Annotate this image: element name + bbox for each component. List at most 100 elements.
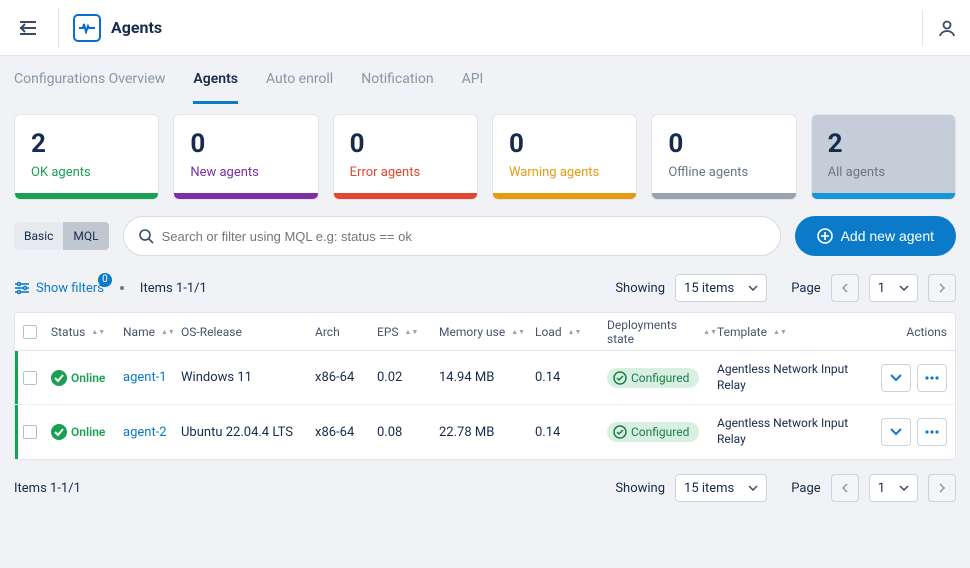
status-indicator: Online: [51, 370, 105, 386]
stat-label: Warning agents: [509, 165, 620, 180]
stat-count: 0: [350, 129, 461, 159]
row-more-button[interactable]: [917, 364, 947, 392]
footer-items-text: Items 1-1/1: [14, 481, 81, 496]
col-status[interactable]: Status▲▼: [51, 325, 123, 339]
filter-icon: [14, 281, 30, 295]
chevron-right-icon: [938, 483, 946, 493]
row-more-button[interactable]: [917, 418, 947, 446]
page-number-select[interactable]: 1: [869, 274, 918, 302]
tab-notification[interactable]: Notification: [361, 56, 433, 104]
os-release-text: Windows 11: [181, 370, 315, 385]
agents-table: Status▲▼ Name▲▼ OS-Release Arch EPS▲▼ Me…: [14, 312, 956, 460]
select-all-checkbox[interactable]: [23, 325, 37, 339]
stat-card-offline-agents[interactable]: 0 Offline agents: [651, 114, 796, 200]
deployment-state-pill: Configured: [607, 422, 699, 442]
stat-count: 0: [668, 129, 779, 159]
page-number-value: 1: [878, 281, 885, 296]
showing-label: Showing: [615, 281, 665, 296]
chevron-left-icon: [841, 483, 849, 493]
row-checkbox[interactable]: [23, 371, 37, 385]
add-new-agent-label: Add new agent: [841, 228, 934, 244]
col-template[interactable]: Template▲▼: [717, 325, 861, 339]
arch-text: x86-64: [315, 370, 377, 385]
top-bar: Agents: [0, 0, 970, 56]
col-load[interactable]: Load▲▼: [535, 325, 607, 339]
page-label: Page: [791, 281, 820, 296]
user-menu-button[interactable]: [922, 10, 958, 46]
stat-cards: 2OK agents0New agents0Error agents0Warni…: [0, 104, 970, 216]
footer-page-number-select[interactable]: 1: [869, 474, 918, 502]
stat-bar: [15, 193, 158, 199]
template-text: Agentless Network Input Relay: [717, 362, 861, 393]
table-row: Onlineagent-2Ubuntu 22.04.4 LTSx86-640.0…: [15, 405, 955, 459]
user-icon: [937, 18, 957, 38]
chevron-down-icon: [748, 485, 758, 491]
row-checkbox[interactable]: [23, 425, 37, 439]
stat-bar: [812, 193, 955, 199]
tab-bar: Configurations Overview Agents Auto enroll…: [0, 56, 970, 104]
template-text: Agentless Network Input Relay: [717, 416, 861, 447]
stat-card-all-agents[interactable]: 2All agents: [811, 114, 956, 200]
page-size-select[interactable]: 15 items: [675, 274, 767, 302]
heartbeat-icon: [79, 22, 95, 34]
load-text: 0.14: [535, 425, 607, 440]
menu-icon: [18, 20, 38, 36]
footer-page-prev-button[interactable]: [831, 474, 859, 502]
chevron-down-icon: [899, 485, 909, 491]
stat-card-warning-agents[interactable]: 0Warning agents: [492, 114, 637, 200]
eps-text: 0.02: [377, 370, 439, 385]
search-mode-basic[interactable]: Basic: [14, 222, 63, 250]
chevron-left-icon: [841, 283, 849, 293]
col-os[interactable]: OS-Release: [181, 325, 315, 339]
page-title: Agents: [111, 18, 162, 37]
tab-api[interactable]: API: [462, 56, 484, 104]
control-row: Show filters 0 Items 1-1/1 Showing 15 it…: [0, 274, 970, 312]
tab-auto-enroll[interactable]: Auto enroll: [266, 56, 333, 104]
menu-toggle-button[interactable]: [12, 12, 44, 44]
page-prev-button[interactable]: [831, 274, 859, 302]
deployment-state-pill: Configured: [607, 368, 699, 388]
stat-bar: [652, 193, 795, 199]
col-eps[interactable]: EPS▲▼: [377, 325, 439, 339]
chevron-down-icon: [748, 285, 758, 291]
search-input[interactable]: [162, 229, 766, 244]
stat-label: All agents: [828, 165, 939, 180]
stat-card-ok-agents[interactable]: 2 OK agents: [14, 114, 159, 200]
stat-label: Offline agents: [668, 165, 779, 180]
tab-configurations-overview[interactable]: Configurations Overview: [14, 56, 165, 104]
col-memory[interactable]: Memory use▲▼: [439, 325, 535, 339]
col-arch[interactable]: Arch: [315, 325, 377, 339]
row-expand-button[interactable]: [881, 418, 911, 446]
os-release-text: Ubuntu 22.04.4 LTS: [181, 425, 315, 440]
stat-label: Error agents: [350, 165, 461, 180]
items-range-text: Items 1-1/1: [140, 281, 207, 296]
load-text: 0.14: [535, 370, 607, 385]
stat-card-error-agents[interactable]: 0 Error agents: [333, 114, 478, 200]
stat-bar: [174, 193, 317, 199]
search-mode-mql[interactable]: MQL: [63, 222, 108, 250]
memory-text: 22.78 MB: [439, 425, 535, 440]
stat-count: 0: [190, 129, 301, 159]
col-name[interactable]: Name▲▼: [123, 325, 181, 339]
footer-showing-label: Showing: [615, 481, 665, 496]
tab-agents[interactable]: Agents: [193, 56, 238, 104]
page-next-button[interactable]: [928, 274, 956, 302]
footer-page-size-select[interactable]: 15 items: [675, 474, 767, 502]
agent-name-link[interactable]: agent-1: [123, 370, 167, 385]
footer-page-next-button[interactable]: [928, 474, 956, 502]
stat-label: OK agents: [31, 165, 142, 180]
stat-label: New agents: [190, 165, 301, 180]
divider: [58, 8, 59, 48]
chevron-down-icon: [890, 428, 902, 436]
stat-count: 2: [31, 129, 142, 159]
row-expand-button[interactable]: [881, 364, 911, 392]
stat-card-new-agents[interactable]: 0 New agents: [173, 114, 318, 200]
add-new-agent-button[interactable]: Add new agent: [795, 216, 956, 256]
agent-name-link[interactable]: agent-2: [123, 425, 167, 440]
status-indicator: Online: [51, 424, 105, 440]
show-filters-button[interactable]: Show filters 0: [14, 281, 104, 296]
col-actions: Actions: [861, 325, 947, 339]
footer-row: Items 1-1/1 Showing 15 items Page 1: [0, 460, 970, 516]
search-box[interactable]: [123, 216, 781, 256]
col-deployments[interactable]: Deployments state▲▼: [607, 318, 717, 346]
